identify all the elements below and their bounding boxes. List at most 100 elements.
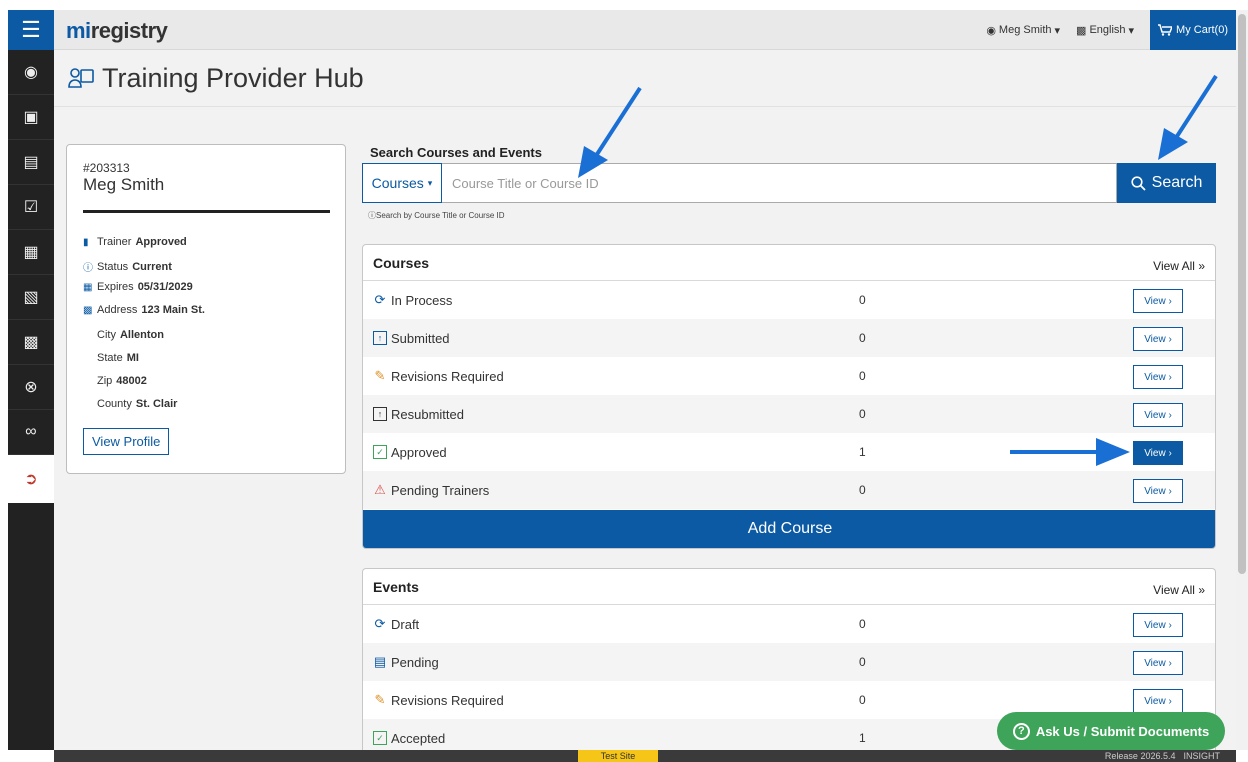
view-button[interactable]: View ›	[1133, 403, 1183, 427]
view-profile-button[interactable]: View Profile	[83, 428, 170, 455]
pending-doc-icon: ▤	[373, 654, 387, 669]
file-upload-icon: ↑	[373, 331, 387, 345]
view-button[interactable]: View ›	[1133, 613, 1183, 637]
list-item: ⟳ In Process 0 View ›	[363, 281, 1215, 319]
courses-rows: ⟳ In Process 0 View › ↑ Submitted 0 View ›…	[363, 281, 1215, 509]
sidebar-item-events[interactable]: ▦	[8, 230, 54, 275]
contact-card-icon: ▩	[23, 334, 39, 351]
sidebar-item-links[interactable]: ∞	[8, 410, 54, 455]
add-course-button[interactable]: Add Course	[363, 510, 1215, 548]
sidebar-item-checklist[interactable]: ☑	[8, 185, 54, 230]
badge-icon: ▮	[83, 236, 89, 248]
calendar-icon: ▦	[83, 281, 93, 293]
annotation-arrow-search-input	[578, 86, 642, 178]
calendar-check-icon: ▦	[23, 244, 39, 261]
profile-name: Meg Smith	[83, 175, 165, 194]
count: 0	[859, 483, 866, 497]
ask-us-submit-documents-button[interactable]: ? Ask Us / Submit Documents	[997, 712, 1225, 750]
view-button[interactable]: View ›	[1133, 365, 1183, 389]
sidebar-item-exit[interactable]: ➲	[8, 455, 54, 503]
link-icon: ∞	[25, 423, 37, 440]
top-bar-actions: ◉ Meg Smith ▾ ▩ English ▾ My Cart(0)	[986, 10, 1236, 50]
view-button[interactable]: View ›	[1133, 651, 1183, 675]
user-menu[interactable]: ◉ Meg Smith ▾	[986, 24, 1060, 37]
expires-info: ▦ Expires 05/31/2029	[83, 281, 193, 293]
chevron-right-icon: ›	[1168, 333, 1172, 345]
view-button[interactable]: View ›	[1133, 441, 1183, 465]
divider	[83, 210, 330, 213]
courses-view-all-link[interactable]: View All »	[1153, 259, 1205, 273]
trainer-info: ▮ Trainer Approved	[83, 236, 187, 248]
check-square-icon: ✓	[373, 445, 387, 459]
chevron-right-icon: ›	[1168, 295, 1172, 307]
search-label: Search Courses and Events	[370, 145, 542, 160]
exit-icon: ➲	[24, 471, 38, 488]
view-button[interactable]: View ›	[1133, 289, 1183, 313]
warning-icon: ⚠	[374, 482, 386, 497]
chevron-right-icon: ›	[1168, 657, 1172, 669]
count: 1	[859, 445, 866, 459]
sidebar-item-support[interactable]: ⊗	[8, 365, 54, 410]
city-info: City Allenton	[97, 329, 164, 341]
logo[interactable]: miregistry	[66, 18, 168, 44]
chevron-right-icon: ›	[1168, 447, 1172, 459]
lifebuoy-icon: ⊗	[24, 379, 38, 396]
view-button[interactable]: View ›	[1133, 689, 1183, 713]
view-button[interactable]: View ›	[1133, 479, 1183, 503]
hamburger-menu-icon[interactable]: ☰	[8, 10, 54, 50]
caret-down-icon: ▾	[1054, 24, 1061, 37]
chevron-right-icon: ›	[1168, 485, 1172, 497]
page-title: Training Provider Hub	[102, 62, 364, 93]
release-info: Release 2026.5.4 INSIGHT	[1104, 751, 1220, 761]
sidebar-item-records[interactable]: ▧	[8, 275, 54, 320]
hub-icon	[68, 68, 94, 88]
info-icon: ⓘ	[83, 263, 93, 274]
count: 0	[859, 693, 866, 707]
test-site-badge: Test Site	[578, 750, 658, 762]
sidebar: ☰ ◉ ▣ ▤ ☑ ▦ ▧ ▩ ⊗ ∞ ➲	[8, 10, 54, 750]
sidebar-item-contacts[interactable]: ▩	[8, 320, 54, 365]
chevron-right-icon: ›	[1168, 695, 1172, 707]
status-info: ⓘ Status Current	[83, 260, 172, 275]
events-view-all-link[interactable]: View All »	[1153, 583, 1205, 597]
search-bar: Courses▾ Search	[362, 163, 1216, 203]
refresh-icon: ⟳	[374, 616, 386, 631]
search-type-dropdown[interactable]: Courses ▾	[362, 163, 442, 203]
top-bar: miregistry ◉ Meg Smith ▾ ▩ English ▾ My …	[54, 10, 1236, 50]
search-button[interactable]: Search	[1117, 163, 1216, 203]
chevron-right-icon: ›	[1168, 619, 1172, 631]
language-icon: ▩	[1076, 24, 1087, 37]
document-icon: ▤	[23, 154, 39, 171]
view-button[interactable]: View ›	[1133, 327, 1183, 351]
courses-panel: Courses View All » ⟳ In Process 0 View › …	[362, 244, 1216, 549]
file-upload-icon: ↑	[373, 407, 387, 421]
top-strip	[0, 0, 1248, 10]
scrollbar[interactable]	[1236, 10, 1248, 750]
help-circle-icon: ?	[1012, 722, 1030, 740]
address-info: ▩ Address 123 Main St.	[83, 304, 205, 316]
count: 1	[859, 731, 866, 745]
annotation-arrow-view-button	[1010, 438, 1130, 466]
refresh-icon: ⟳	[374, 292, 386, 307]
edit-icon: ✎	[374, 368, 386, 383]
list-doc-icon: ▧	[23, 289, 39, 306]
list-item: ↑ Resubmitted 0 View ›	[363, 395, 1215, 433]
sidebar-item-account[interactable]: ◉	[8, 50, 54, 95]
cart-icon	[1158, 24, 1173, 36]
double-chevron-right-icon: »	[1198, 582, 1205, 597]
sidebar-item-calendar[interactable]: ▣	[8, 95, 54, 140]
caret-down-icon: ▾	[427, 177, 433, 188]
check-box-icon: ☑	[23, 199, 39, 216]
search-hint: ⓘSearch by Course Title or Course ID	[368, 211, 505, 220]
sidebar-item-document[interactable]: ▤	[8, 140, 54, 185]
check-square-icon: ✓	[373, 731, 387, 745]
list-item: ✎ Revisions Required 0 View ›	[363, 357, 1215, 395]
zip-info: Zip 48002	[97, 375, 147, 387]
language-menu[interactable]: ▩ English ▾	[1076, 24, 1134, 37]
address-card-icon: ▩	[83, 304, 93, 316]
cart-button[interactable]: My Cart(0)	[1150, 10, 1236, 50]
double-chevron-right-icon: »	[1198, 258, 1205, 273]
scrollbar-thumb[interactable]	[1238, 14, 1246, 574]
search-input[interactable]	[442, 163, 1117, 203]
state-info: State MI	[97, 352, 139, 364]
